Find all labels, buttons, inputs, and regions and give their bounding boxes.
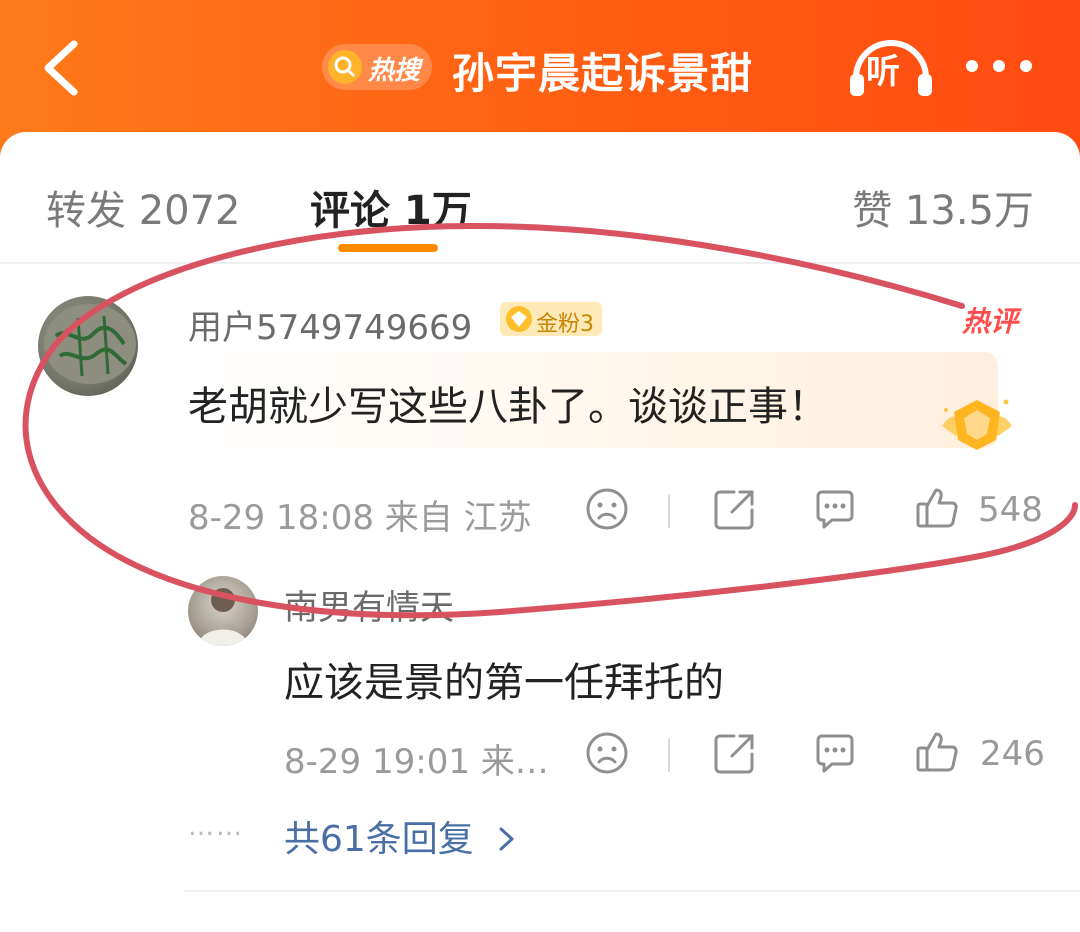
page-title: 孙宇晨起诉景甜 bbox=[452, 49, 754, 98]
hot-comment-tag: 热评 bbox=[962, 305, 1019, 338]
more-dots-icon bbox=[966, 60, 1032, 72]
reply-like-count: 246 bbox=[980, 734, 1045, 774]
listen-label: 听 bbox=[866, 52, 900, 92]
tab-comments[interactable]: 评论 1万 bbox=[310, 178, 472, 236]
thumbs-up-icon[interactable] bbox=[914, 728, 960, 774]
comment-meta: 8-29 18:08 来自 江苏 bbox=[188, 498, 532, 538]
action-divider bbox=[668, 494, 670, 528]
dislike-face-icon[interactable] bbox=[584, 730, 630, 776]
hot-search-label: 热搜 bbox=[368, 56, 421, 86]
comment-text: 老胡就少写这些八卦了。谈谈正事！ bbox=[188, 384, 828, 430]
share-icon[interactable] bbox=[712, 486, 758, 532]
avatar[interactable] bbox=[38, 296, 138, 396]
reply-text: 应该是景的第一任拜托的 bbox=[284, 660, 724, 706]
back-button[interactable] bbox=[38, 38, 88, 98]
more-button[interactable] bbox=[964, 52, 1034, 80]
tab-repost[interactable]: 转发 2072 bbox=[46, 178, 241, 236]
bottom-divider bbox=[184, 890, 1080, 892]
avatar-image bbox=[44, 304, 136, 384]
active-tab-indicator bbox=[338, 244, 438, 252]
search-icon bbox=[328, 50, 362, 84]
tab-likes[interactable]: 赞 13.5万 bbox=[852, 178, 1034, 236]
medal-icon bbox=[942, 399, 1012, 450]
share-icon[interactable] bbox=[712, 730, 758, 776]
view-all-replies-link[interactable]: 共61条回复 bbox=[284, 810, 519, 862]
comments-card bbox=[0, 132, 1080, 932]
reply-comment-icon[interactable] bbox=[812, 730, 858, 776]
diamond-icon bbox=[506, 306, 532, 332]
reply-avatar[interactable] bbox=[188, 576, 258, 646]
dislike-face-icon[interactable] bbox=[584, 486, 630, 532]
reply-avatar-image bbox=[198, 588, 248, 646]
fan-level-label: 金粉3 bbox=[536, 312, 594, 337]
listen-button[interactable]: 听 bbox=[846, 34, 936, 100]
reply-thread-dots: …… bbox=[188, 812, 244, 842]
thumbs-up-icon[interactable] bbox=[914, 484, 960, 530]
hot-search-badge[interactable]: 热搜 bbox=[322, 44, 432, 90]
like-count: 548 bbox=[978, 490, 1043, 530]
reply-username[interactable]: 南男有情天 bbox=[284, 580, 454, 629]
chevron-right-icon bbox=[499, 827, 514, 851]
action-divider bbox=[668, 738, 670, 772]
reply-comment-icon[interactable] bbox=[812, 486, 858, 532]
comment-username[interactable]: 用户5749749669 bbox=[188, 300, 472, 349]
fan-level-badge[interactable]: 金粉3 bbox=[500, 302, 602, 337]
view-all-replies-label: 共61条回复 bbox=[284, 819, 474, 860]
tabs-divider bbox=[0, 262, 1080, 264]
chevron-left-icon bbox=[44, 40, 78, 96]
reply-meta: 8-29 19:01 来… bbox=[284, 742, 549, 782]
